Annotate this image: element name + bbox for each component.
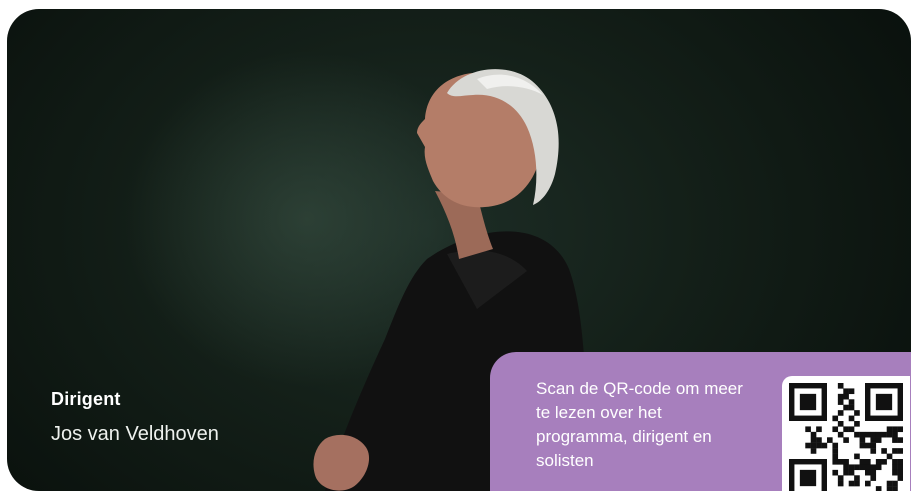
conductor-credit: Dirigent Jos van Veldhoven — [51, 389, 219, 446]
qr-info-panel[interactable]: Scan de QR-code om meer te lezen over he… — [490, 352, 911, 491]
conductor-name: Jos van Veldhoven — [51, 423, 219, 445]
qr-instruction-text: Scan de QR-code om meer te lezen over he… — [536, 379, 743, 470]
qr-code-icon[interactable] — [782, 376, 910, 491]
role-label: Dirigent — [51, 389, 121, 409]
